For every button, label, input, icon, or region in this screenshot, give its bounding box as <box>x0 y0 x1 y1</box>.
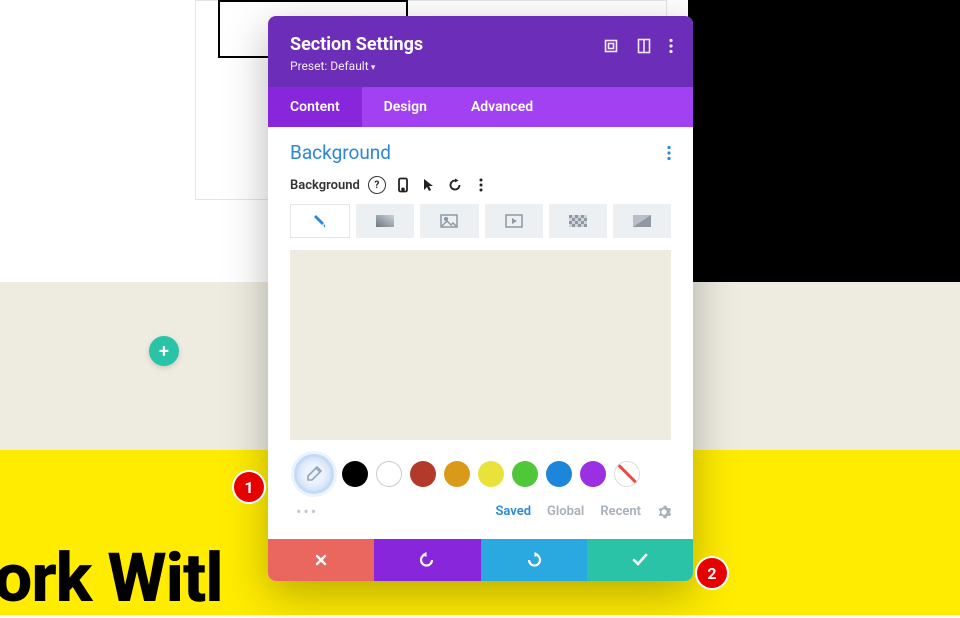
palette-tab-saved[interactable]: Saved <box>495 504 531 519</box>
section-header: Background <box>290 141 671 164</box>
redo-button[interactable] <box>481 539 587 581</box>
add-section-button[interactable]: + <box>149 336 179 366</box>
tab-advanced[interactable]: Advanced <box>449 87 555 127</box>
hover-icon[interactable] <box>420 176 438 194</box>
bg-tab-image[interactable] <box>420 204 478 238</box>
eyedropper-button[interactable] <box>294 454 334 494</box>
help-icon[interactable]: ? <box>368 176 386 194</box>
tab-content[interactable]: Content <box>268 87 362 127</box>
undo-button[interactable] <box>374 539 480 581</box>
modal-body: Background Background ? <box>268 127 693 539</box>
section-title[interactable]: Background <box>290 141 391 164</box>
swatch-red[interactable] <box>410 461 436 487</box>
swatch-green[interactable] <box>512 461 538 487</box>
modal-header-actions <box>603 38 673 54</box>
swatch-white[interactable] <box>376 461 402 487</box>
device-icon[interactable] <box>394 176 412 194</box>
modal-tabs: Content Design Advanced <box>268 87 693 127</box>
color-swatch-row <box>290 454 671 494</box>
annotation-marker-1: 1 <box>234 472 264 502</box>
confirm-button[interactable] <box>587 539 693 581</box>
tab-design[interactable]: Design <box>362 87 449 127</box>
bg-tab-gradient[interactable] <box>356 204 414 238</box>
reset-icon[interactable] <box>446 176 464 194</box>
field-more-icon[interactable] <box>472 176 490 194</box>
more-icon[interactable] <box>669 38 673 54</box>
cancel-button[interactable] <box>268 539 374 581</box>
preset-dropdown[interactable]: Preset: Default <box>290 59 671 73</box>
snap-icon[interactable] <box>637 38 651 54</box>
palette-tab-recent[interactable]: Recent <box>600 504 641 519</box>
swatch-purple[interactable] <box>580 461 606 487</box>
swatch-orange[interactable] <box>444 461 470 487</box>
bg-tab-color[interactable] <box>290 204 350 238</box>
annotation-marker-2: 2 <box>697 558 727 588</box>
palette-footer: ••• Saved Global Recent <box>290 502 671 521</box>
background-field-row: Background ? <box>290 176 671 194</box>
modal-footer <box>268 539 693 581</box>
bg-band-black <box>688 0 960 282</box>
section-more-icon[interactable] <box>667 145 671 161</box>
palette-settings-icon[interactable] <box>657 505 671 519</box>
swatch-yellow[interactable] <box>478 461 504 487</box>
bg-tab-video[interactable] <box>485 204 543 238</box>
palette-tab-global[interactable]: Global <box>547 504 584 519</box>
bg-tab-mask[interactable] <box>613 204 671 238</box>
expand-icon[interactable] <box>603 38 619 54</box>
background-type-tabs <box>290 204 671 238</box>
swatch-blue[interactable] <box>546 461 572 487</box>
modal-header: Section Settings Preset: Default <box>268 16 693 87</box>
section-settings-modal: Section Settings Preset: Default Content… <box>268 16 693 581</box>
page-hero-text: ork Witl <box>0 538 223 618</box>
background-label: Background <box>290 178 360 193</box>
page-canvas: ork Witl + Section Settings Preset: Defa… <box>0 0 960 615</box>
swatch-black[interactable] <box>342 461 368 487</box>
palette-more-icon[interactable]: ••• <box>296 502 318 521</box>
bg-tab-pattern[interactable] <box>549 204 607 238</box>
background-preview[interactable] <box>290 250 671 440</box>
swatch-transparent[interactable] <box>614 461 640 487</box>
